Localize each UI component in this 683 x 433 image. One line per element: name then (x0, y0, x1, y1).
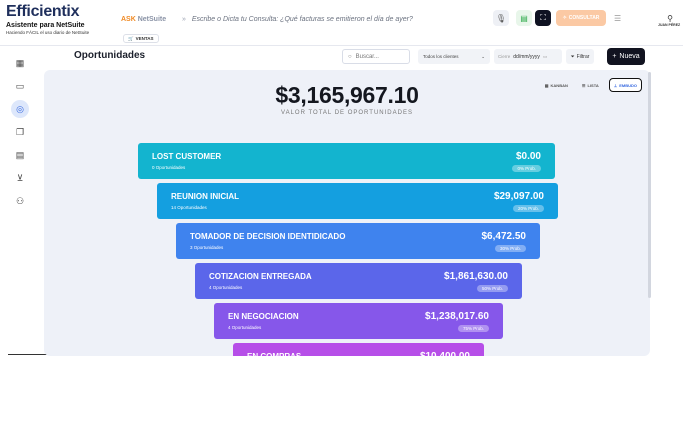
stage-name: TOMADOR DE DECISION IDENTIDICADO (190, 232, 346, 241)
users-icon[interactable]: ⚇ (11, 192, 29, 210)
stage-amount: $10,400.00 (420, 351, 470, 356)
close-label: Cierre (498, 54, 511, 59)
stage-count: 4 Oportunidades (228, 325, 262, 330)
user-name: JUAN PÉREZ (658, 23, 681, 27)
date-value: dd/mm/yyyy (513, 53, 540, 60)
documents-icon[interactable]: ❐ (11, 123, 29, 141)
scan-icon: ⛶ (540, 13, 546, 22)
stage-count: 0 Oportunidades (152, 165, 186, 170)
consult-label: CONSULTAR (568, 15, 600, 21)
ask-word: ASK (121, 16, 136, 23)
query-text: Escribe o Dicta tu Consulta: ¿Qué factur… (191, 16, 413, 23)
user-icon: ⚲ (667, 14, 673, 23)
file-icon[interactable]: ▤ (11, 146, 29, 164)
funnel-stage[interactable]: EN NEGOCIACION 4 Oportunidades $1,238,017.… (214, 303, 503, 339)
microphone-button[interactable]: 🎙 (493, 10, 509, 26)
new-label: Nueva (619, 53, 640, 60)
stage-count: 3 Oportunidades (190, 245, 224, 250)
total-label: VALOR TOTAL DE OPORTUNIDADES (281, 110, 413, 116)
filter-button[interactable]: ⏷ Filtrar (566, 49, 594, 64)
stage-name: EN COMPRAS (247, 352, 301, 356)
microphone-icon: 🎙 (495, 13, 507, 23)
stage-probability: 50% Prob. (476, 285, 508, 292)
stage-name: COTIZACION ENTREGADA (209, 272, 312, 281)
calendar-icon[interactable]: ▭ (11, 77, 29, 95)
funnel-stage[interactable]: COTIZACION ENTREGADA 4 Oportunidades $1,86… (195, 263, 522, 299)
funnel-icon: ⏷ (570, 53, 575, 60)
page-title: Oportunidades (74, 50, 146, 61)
stage-amount: $1,238,017.60 (425, 311, 489, 322)
new-opportunity-button[interactable]: + Nueva (607, 48, 645, 65)
stage-probability: 75% Prob. (457, 325, 489, 332)
stage-name: EN NEGOCIACION (228, 312, 299, 321)
brand[interactable]: Efficientix Asistente para NetSuite Haci… (6, 4, 118, 36)
scan-button[interactable]: ⛶ (535, 10, 551, 26)
clients-select[interactable]: Todos los clientes ⌄ (418, 49, 490, 64)
sidebar: ▦ ▭ ◎ ❐ ▤ ⊻ ⚇ (0, 46, 40, 356)
funnel-canvas: ▦ KANBAN ☰ LISTA ⊥ EMBUDO $3,165,967.10 … (44, 70, 650, 356)
clients-label: Todos los clientes (423, 54, 459, 59)
netsuite-word: NetSuite (137, 16, 167, 23)
module-label: VENTAS (135, 36, 154, 41)
shopping-cart-icon[interactable]: ⊻ (11, 169, 29, 187)
funnel-stage[interactable]: EN COMPRAS $10,400.00 (233, 343, 484, 356)
module-badge[interactable]: 🛒 VENTAS (123, 34, 159, 43)
brand-subtitle: Asistente para NetSuite (6, 22, 85, 29)
stage-amount: $0.00 (515, 151, 541, 162)
stage-name: REUNION INICIAL (171, 192, 239, 201)
stage-amount: $29,097.00 (493, 191, 544, 202)
stage-amount: $1,861,630.00 (444, 271, 508, 282)
logo: Efficientix (6, 3, 80, 20)
total-value: $3,165,967.10 (275, 82, 419, 108)
filter-label: Filtrar (576, 53, 590, 60)
stage-count: 4 Oportunidades (209, 285, 243, 290)
consult-button[interactable]: ✧ CONSULTAR (556, 10, 606, 26)
search-placeholder: Buscar... (355, 53, 379, 60)
spark-icon: ✧ (562, 15, 567, 21)
sliders-icon[interactable]: ☰ (614, 14, 621, 23)
save-query-button[interactable]: ▤ (516, 10, 532, 26)
scrollbar[interactable] (648, 72, 651, 298)
dashboard-icon[interactable]: ▦ (11, 54, 29, 72)
stage-count: 14 Oportunidades (171, 205, 207, 210)
stage-probability: 30% Prob. (494, 245, 526, 252)
search-input[interactable]: ○ Buscar... (342, 49, 410, 64)
stage-probability: 20% Prob. (512, 205, 544, 212)
funnel-stage[interactable]: LOST CUSTOMER 0 Oportunidades $0.00 0% Prob… (138, 143, 555, 179)
brand-tagline: Haciendo FÁCIL el uso diario de NetSuite (6, 30, 90, 35)
calendar-small-icon: ▭ (542, 53, 548, 59)
ask-label: ASK NetSuite (121, 16, 166, 23)
chevron-right-icon: » (182, 16, 186, 23)
close-date-field[interactable]: Cierre dd/mm/yyyy ▭ (494, 49, 562, 64)
chevron-down-icon: ⌄ (481, 53, 485, 59)
stage-amount: $6,472.50 (481, 231, 527, 242)
plus-icon: + (612, 53, 617, 60)
query-input[interactable]: » Escribe o Dicta tu Consulta: ¿Qué fact… (182, 16, 413, 23)
stage-probability: 0% Prob. (512, 165, 541, 172)
user-menu[interactable]: ⚲ JUAN PÉREZ (658, 14, 681, 27)
stage-name: LOST CUSTOMER (152, 152, 222, 161)
target-icon[interactable]: ◎ (11, 100, 29, 118)
cart-icon: 🛒 (128, 35, 134, 41)
app-window: Efficientix Asistente para NetSuite Haci… (0, 0, 683, 433)
top-bar: Efficientix Asistente para NetSuite Haci… (0, 0, 683, 46)
funnel-stage[interactable]: TOMADOR DE DECISION IDENTIDICADO 3 Oportu… (176, 223, 540, 259)
funnel-stage[interactable]: REUNION INICIAL 14 Oportunidades $29,097.0… (157, 183, 558, 219)
save-icon: ▤ (520, 13, 528, 23)
search-icon: ○ (348, 53, 352, 60)
